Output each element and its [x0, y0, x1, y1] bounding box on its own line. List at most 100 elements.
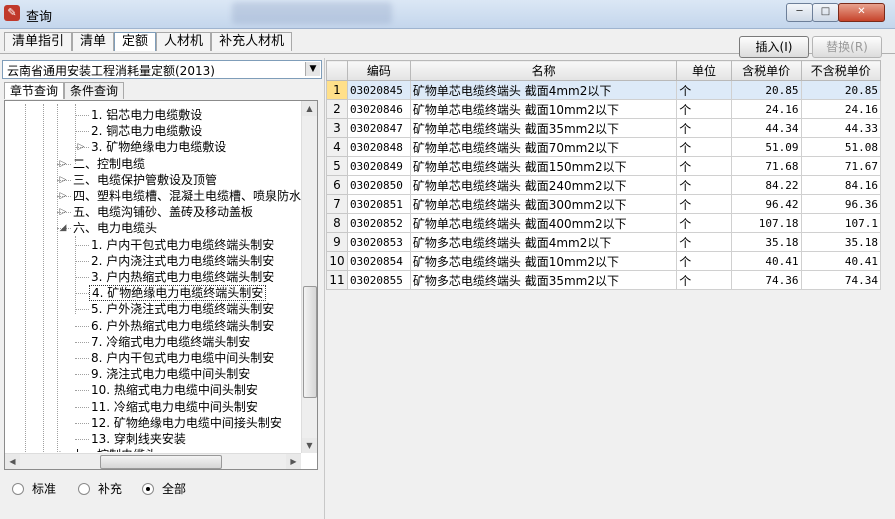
table-row[interactable]: 11 03020855 矿物多芯电缆终端头 截面35mm2以下个 74.36 74.34 [326, 270, 881, 290]
table-cell[interactable]: 个 [676, 156, 732, 176]
tab-3[interactable]: 人材机 [156, 32, 212, 51]
table-cell[interactable]: 矿物多芯电缆终端头 截面35mm2以下 [409, 270, 678, 290]
scroll-up-icon[interactable]: ▲ [302, 101, 317, 116]
table-cell[interactable]: 矿物单芯电缆终端头 截面300mm2以下 [409, 194, 678, 214]
table-row[interactable]: 7 03020851 矿物单芯电缆终端头 截面300mm2以下个 96.42 96.36 [326, 194, 881, 214]
table-cell[interactable]: 03020848 [346, 137, 411, 157]
table-cell[interactable]: 71.68 [730, 156, 802, 176]
table-cell[interactable]: 个 [676, 232, 732, 252]
radio-circle-icon[interactable] [12, 482, 24, 495]
table-cell[interactable]: 矿物单芯电缆终端头 截面70mm2以下 [409, 137, 678, 157]
table-row[interactable]: 6 03020850 矿物单芯电缆终端头 截面240mm2以下个 84.22 84.16 [326, 175, 881, 195]
tree-node[interactable]: 10. 热缩式电力电缆中间头制安 [5, 382, 301, 398]
table-cell[interactable]: 个 [676, 251, 732, 271]
radio-option-1[interactable]: 补充 [78, 481, 122, 497]
table-cell[interactable]: 个 [676, 270, 732, 290]
table-cell[interactable]: 20.85 [730, 80, 802, 100]
tree-node[interactable]: ▷ 五、电缆沟铺砂、盖砖及移动盖板 [5, 204, 301, 220]
tree-node[interactable]: 3. 户内热缩式电力电缆终端头制安 [5, 269, 301, 285]
table-cell[interactable]: 个 [676, 175, 732, 195]
table-row[interactable]: 8 03020852 矿物单芯电缆终端头 截面400mm2以下个 107.18 107.… [326, 213, 881, 233]
expand-icon[interactable]: ▷ [76, 139, 86, 155]
table-cell[interactable]: 个 [676, 213, 732, 233]
tree-node[interactable]: 2. 户内浇注式电力电缆终端头制安 [5, 253, 301, 269]
table-row[interactable]: 9 03020853 矿物多芯电缆终端头 截面4mm2以下个 35.18 35.18 [326, 232, 881, 252]
table-cell[interactable]: 74.34 [800, 270, 881, 290]
table-cell[interactable]: 个 [676, 118, 732, 138]
tree-node[interactable]: ▷ 二、控制电缆 [5, 156, 301, 172]
expand-icon[interactable]: ▷ [58, 204, 68, 220]
tree-node[interactable]: 6. 户外热缩式电力电缆终端头制安 [5, 318, 301, 334]
tab-4[interactable]: 补充人材机 [211, 32, 293, 51]
tree-node[interactable]: 8. 户内干包式电力电缆中间头制安 [5, 350, 301, 366]
tree-node[interactable]: 13. 穿刺线夹安装 [5, 431, 301, 447]
column-header[interactable] [326, 60, 348, 81]
table-cell[interactable]: 03020846 [346, 99, 411, 119]
tree-node[interactable]: ▷ 三、电缆保护管敷设及顶管 [5, 172, 301, 188]
row-number[interactable]: 6 [326, 175, 348, 195]
tab-0[interactable]: 清单指引 [4, 32, 73, 51]
close-button[interactable]: ✕ [838, 3, 885, 22]
table-cell[interactable]: 96.36 [800, 194, 881, 214]
tree-node[interactable]: 4. 矿物绝缘电力电缆终端头制安 [5, 285, 301, 301]
column-header[interactable]: 单位 [676, 60, 732, 81]
column-header[interactable]: 含税单价 [730, 60, 802, 81]
row-number[interactable]: 11 [326, 270, 348, 290]
maximize-button[interactable]: □ [812, 3, 839, 22]
tree-node[interactable]: ▷ 四、塑料电缆槽、混凝土电缆槽、喷泉防水 [5, 188, 301, 204]
scroll-left-icon[interactable]: ◀ [5, 454, 20, 469]
radio-circle-icon[interactable] [78, 482, 90, 495]
row-number[interactable]: 3 [326, 118, 348, 138]
tree-vertical-scroll-thumb[interactable] [303, 286, 317, 398]
table-cell[interactable]: 个 [676, 99, 732, 119]
row-number[interactable]: 2 [326, 99, 348, 119]
table-cell[interactable]: 74.36 [730, 270, 802, 290]
expand-icon[interactable]: ▷ [58, 188, 68, 204]
query-tab-0[interactable]: 章节查询 [4, 82, 65, 99]
table-cell[interactable]: 51.08 [800, 137, 881, 157]
tree-node[interactable]: 5. 户外浇注式电力电缆终端头制安 [5, 301, 301, 317]
table-cell[interactable]: 个 [676, 194, 732, 214]
table-cell[interactable]: 24.16 [730, 99, 802, 119]
table-cell[interactable]: 71.67 [800, 156, 881, 176]
quota-library-select[interactable]: 云南省通用安装工程消耗量定额(2013) ▼ [2, 60, 322, 79]
table-row[interactable]: 3 03020847 矿物单芯电缆终端头 截面35mm2以下个 44.34 44.33 [326, 118, 881, 138]
tree-node[interactable]: 1. 户内干包式电力电缆终端头制安 [5, 237, 301, 253]
table-cell[interactable]: 84.22 [730, 175, 802, 195]
row-number[interactable]: 4 [326, 137, 348, 157]
expand-icon[interactable]: ▷ [58, 156, 68, 172]
table-cell[interactable]: 96.42 [730, 194, 802, 214]
chevron-down-icon[interactable]: ▼ [305, 62, 320, 76]
table-row[interactable]: 4 03020848 矿物单芯电缆终端头 截面70mm2以下个 51.09 51.08 [326, 137, 881, 157]
expand-icon[interactable]: ▷ [58, 447, 68, 452]
table-cell[interactable]: 03020855 [346, 270, 411, 290]
table-cell[interactable]: 03020847 [346, 118, 411, 138]
table-row[interactable]: 1 03020845 矿物单芯电缆终端头 截面4mm2以下个 20.85 20.85 [326, 80, 881, 100]
scroll-down-icon[interactable]: ▼ [302, 438, 317, 453]
tree-node[interactable]: ▷七、控制电缆头 [5, 447, 301, 452]
table-cell[interactable]: 矿物单芯电缆终端头 截面10mm2以下 [409, 99, 678, 119]
radio-circle-icon[interactable] [142, 482, 154, 495]
tree-node[interactable]: 2. 铜芯电力电缆敷设 [5, 123, 301, 139]
table-cell[interactable]: 84.16 [800, 175, 881, 195]
tree-node[interactable]: 1. 铝芯电力电缆敷设 [5, 107, 301, 123]
tree-node[interactable]: 7. 冷缩式电力电缆终端头制安 [5, 334, 301, 350]
table-cell[interactable]: 03020849 [346, 156, 411, 176]
table-cell[interactable]: 个 [676, 80, 732, 100]
table-cell[interactable]: 03020845 [346, 80, 411, 100]
tree-horizontal-scroll-thumb[interactable] [100, 455, 222, 469]
row-number[interactable]: 1 [326, 80, 348, 100]
table-cell[interactable]: 矿物单芯电缆终端头 截面150mm2以下 [409, 156, 678, 176]
table-cell[interactable]: 矿物多芯电缆终端头 截面4mm2以下 [409, 232, 678, 252]
row-number[interactable]: 8 [326, 213, 348, 233]
table-cell[interactable]: 矿物单芯电缆终端头 截面400mm2以下 [409, 213, 678, 233]
table-cell[interactable]: 107.1 [800, 213, 881, 233]
radio-option-0[interactable]: 标准 [12, 481, 56, 497]
row-number[interactable]: 7 [326, 194, 348, 214]
tree-node[interactable]: ◢ 六、电力电缆头 [5, 220, 301, 236]
radio-option-2[interactable]: 全部 [142, 481, 186, 497]
table-cell[interactable]: 44.34 [730, 118, 802, 138]
table-cell[interactable]: 03020853 [346, 232, 411, 252]
table-cell[interactable]: 40.41 [800, 251, 881, 271]
row-number[interactable]: 10 [326, 251, 348, 271]
